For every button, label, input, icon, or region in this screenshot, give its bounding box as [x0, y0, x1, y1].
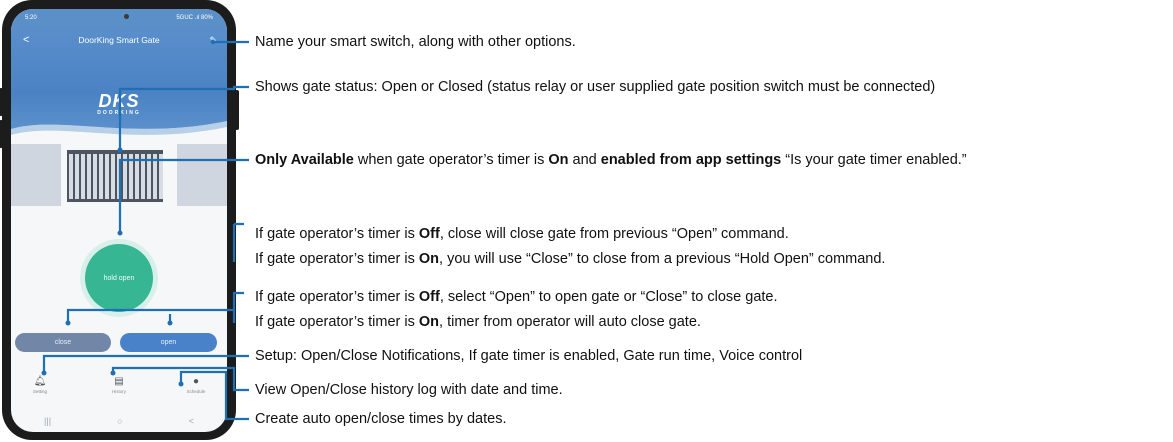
open-on-t2: , timer from operator will auto close ga…	[439, 314, 701, 330]
camera-dot	[124, 14, 129, 19]
close-off-b1: Off	[418, 226, 440, 242]
hold-bold-2: On	[548, 152, 569, 168]
hold-text-1: when gate operator’s timer is	[353, 152, 549, 168]
open-off-t2: , select “Open” to open gate or “Close” …	[439, 289, 778, 305]
close-off-t1: If gate operator’s timer is	[255, 226, 419, 242]
callout-open-off: If gate operator’s timer is Off, select …	[255, 288, 778, 306]
callout-gate-status: Shows gate status: Open or Closed (statu…	[255, 79, 936, 95]
callout-name-switch: Name your smart switch, along with other…	[255, 34, 576, 50]
hold-text-3: “Is your gate timer enabled.”	[781, 152, 967, 168]
callout-lines	[41, 39, 249, 421]
callout-close-on: If gate operator’s timer is On, you will…	[255, 250, 885, 268]
callout-schedule: Create auto open/close times by dates.	[255, 411, 507, 427]
callout-history: View Open/Close history log with date an…	[255, 382, 563, 398]
callout-hold-open: Only Available when gate operator’s time…	[255, 151, 967, 169]
hold-text-2: and	[568, 152, 601, 168]
open-off-b1: Off	[418, 289, 440, 305]
callout-open-on: If gate operator’s timer is On, timer fr…	[255, 313, 701, 331]
hold-bold-1: Only Available	[255, 152, 354, 168]
close-off-t2: , close will close gate from previous “O…	[439, 226, 789, 242]
callout-setup: Setup: Open/Close Notifications, If gate…	[255, 348, 803, 364]
hold-bold-3: enabled from app settings	[600, 152, 782, 168]
callout-close-off: If gate operator’s timer is Off, close w…	[255, 225, 789, 243]
open-off-t1: If gate operator’s timer is	[255, 289, 419, 305]
open-on-t1: If gate operator’s timer is	[255, 314, 419, 330]
open-on-b1: On	[418, 314, 440, 330]
close-on-t1: If gate operator’s timer is	[255, 251, 419, 267]
close-on-b1: On	[418, 251, 440, 267]
close-on-t2: , you will use “Close” to close from a p…	[439, 251, 886, 267]
